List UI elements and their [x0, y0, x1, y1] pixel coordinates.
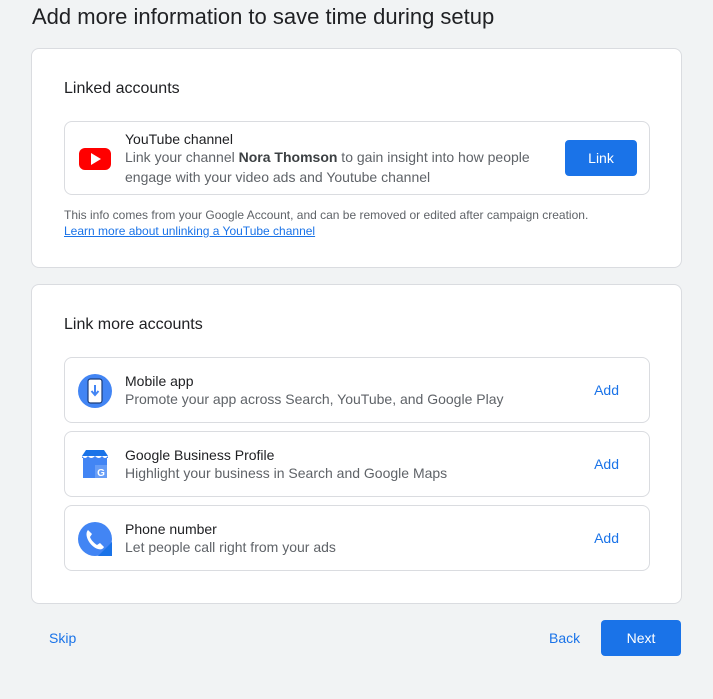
linked-accounts-title: Linked accounts — [64, 80, 180, 97]
phone-number-description: Let people call right from your ads — [125, 539, 336, 555]
youtube-channel-title: YouTube channel — [125, 131, 233, 147]
mobile-app-row: Mobile app Promote your app across Searc… — [64, 357, 650, 423]
business-profile-title: Google Business Profile — [125, 447, 275, 463]
add-mobile-app-button[interactable]: Add — [594, 382, 619, 398]
link-more-accounts-title: Link more accounts — [64, 316, 203, 333]
youtube-channel-description: Link your channel Nora Thomson to gain i… — [125, 147, 555, 187]
back-button[interactable]: Back — [549, 630, 580, 646]
youtube-channel-row: YouTube channel Link your channel Nora T… — [64, 121, 650, 195]
business-profile-description: Highlight your business in Search and Go… — [125, 465, 448, 481]
svg-text:G: G — [97, 468, 105, 479]
link-youtube-button[interactable]: Link — [565, 140, 637, 176]
phone-number-title: Phone number — [125, 521, 217, 537]
info-text: This info comes from your Google Account… — [64, 208, 589, 222]
phone-number-row: Phone number Let people call right from … — [64, 505, 650, 571]
youtube-icon — [78, 142, 112, 176]
youtube-channel-name: Nora Thomson — [238, 149, 338, 165]
business-profile-icon: G — [78, 448, 112, 482]
learn-more-unlinking-link[interactable]: Learn more about unlinking a YouTube cha… — [64, 224, 315, 238]
skip-button[interactable]: Skip — [49, 630, 76, 646]
link-more-accounts-card: Link more accounts Mobile app Promote yo… — [31, 284, 682, 604]
business-profile-row: G Google Business Profile Highlight your… — [64, 431, 650, 497]
phone-icon — [78, 522, 112, 556]
next-button[interactable]: Next — [601, 620, 681, 656]
add-phone-number-button[interactable]: Add — [594, 530, 619, 546]
youtube-desc-prefix: Link your channel — [125, 149, 239, 165]
add-business-profile-button[interactable]: Add — [594, 456, 619, 472]
linked-accounts-card: Linked accounts YouTube channel Link you… — [31, 48, 682, 268]
page-title: Add more information to save time during… — [32, 4, 495, 29]
mobile-app-description: Promote your app across Search, YouTube,… — [125, 391, 504, 407]
mobile-app-icon — [78, 374, 112, 408]
mobile-app-title: Mobile app — [125, 373, 194, 389]
